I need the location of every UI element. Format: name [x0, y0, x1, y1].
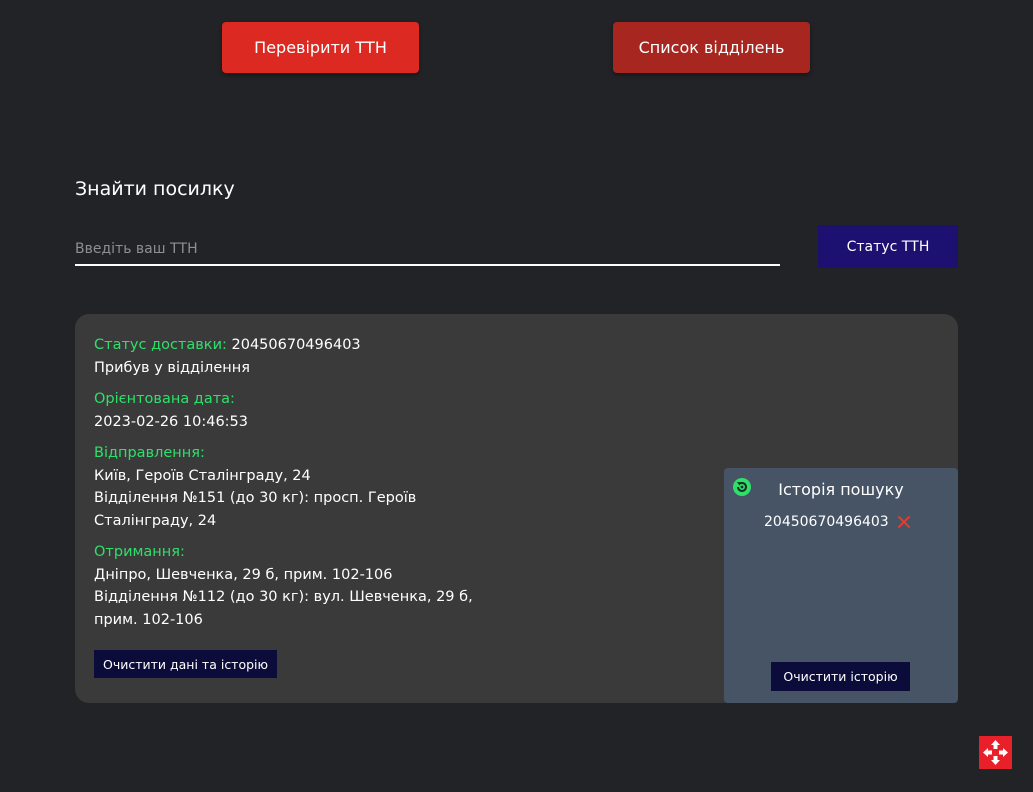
- clear-data-and-history-button[interactable]: Очистити дані та історію: [94, 650, 278, 678]
- sender-branch: Відділення №151 (до 30 кг): просп. Герої…: [94, 490, 417, 529]
- close-icon[interactable]: [897, 515, 911, 529]
- ttn-input[interactable]: [75, 234, 780, 266]
- search-history-panel: Історія пошуку 20450670496403 Очистити і…: [724, 468, 958, 703]
- sender-label: Відправлення:: [94, 445, 205, 461]
- history-title: Історія пошуку: [778, 480, 904, 499]
- clear-history-button[interactable]: Очистити історію: [771, 662, 910, 691]
- find-parcel-title: Знайти посилку: [75, 178, 235, 200]
- date-value: 2023-02-26 10:46:53: [94, 413, 248, 430]
- branch-list-button[interactable]: Список відділень: [613, 22, 810, 73]
- sender-address: Київ, Героїв Сталінграду, 24: [94, 467, 311, 484]
- ttn-status-button[interactable]: Статус ТТН: [818, 225, 958, 268]
- nova-poshta-logo[interactable]: [979, 736, 1012, 769]
- date-label: Орієнтована дата:: [94, 391, 235, 407]
- history-item[interactable]: 20450670496403: [764, 514, 911, 530]
- recipient-address: Дніпро, Шевченка, 29 б, прим. 102-106: [94, 566, 393, 583]
- ttn-number: 20450670496403: [231, 337, 361, 353]
- check-ttn-button[interactable]: Перевірити ТТН: [222, 22, 419, 73]
- status-label: Статус доставки:: [94, 337, 227, 353]
- history-item-ttn[interactable]: 20450670496403: [764, 514, 889, 530]
- recipient-branch: Відділення №112 (до 30 кг): вул. Шевченк…: [94, 589, 473, 628]
- status-value: Прибув у відділення: [94, 359, 250, 376]
- recipient-label: Отримання:: [94, 544, 185, 560]
- delivery-details: Статус доставки: 20450670496403 Прибув у…: [94, 334, 504, 640]
